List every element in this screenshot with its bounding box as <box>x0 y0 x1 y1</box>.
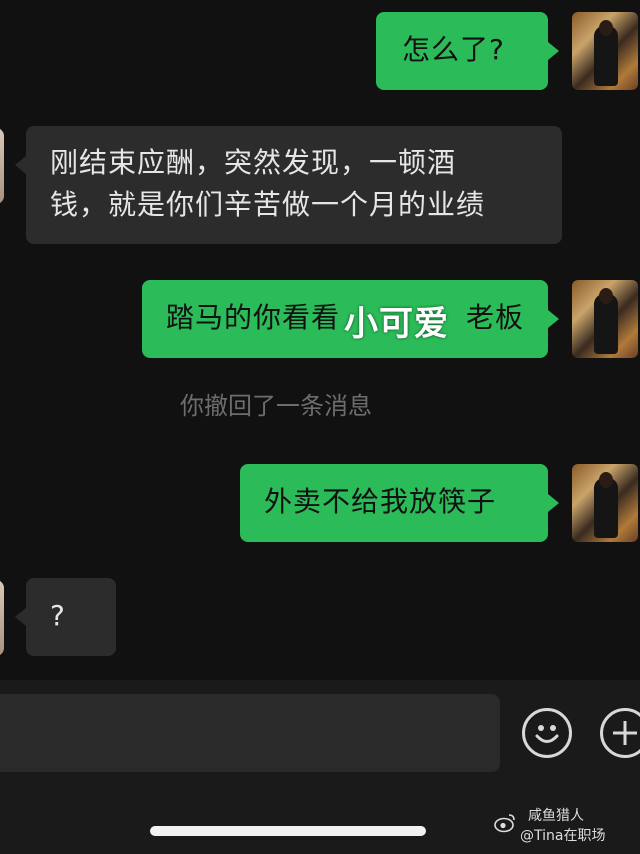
contact-message-bubble[interactable]: 刚结束应酬，突然发现，一顿酒 钱，就是你们辛苦做一个月的业绩 <box>26 126 562 244</box>
watermark-line-2: @Tina在职场 <box>520 828 606 844</box>
bubble-tail <box>548 494 559 512</box>
bubble-tail <box>15 608 26 626</box>
contact-message-bubble[interactable]: ? <box>26 578 116 656</box>
contact-avatar[interactable] <box>0 128 4 204</box>
bubble-tail <box>548 310 559 328</box>
chat-history[interactable]: 怎么了? 刚结束应酬，突然发现，一顿酒 钱，就是你们辛苦做一个月的业绩 踏马的你… <box>0 0 640 680</box>
my-message-bubble[interactable]: 外卖不给我放筷子 <box>240 464 548 542</box>
message-text-tail: 老板 <box>466 301 525 334</box>
bubble-tail <box>15 156 26 174</box>
message-text-line-1: 刚结束应酬，突然发现，一顿酒 <box>50 146 457 179</box>
my-avatar[interactable] <box>572 280 638 358</box>
contact-avatar[interactable] <box>0 580 4 656</box>
bubble-tail <box>548 42 559 60</box>
overlay-caption: 小可爱 <box>344 304 449 344</box>
smiley-face-icon[interactable] <box>522 708 572 758</box>
message-text: 怎么了? <box>402 33 505 66</box>
message-text: 踏马的你看看 <box>166 301 341 334</box>
my-avatar[interactable] <box>572 464 638 542</box>
home-indicator[interactable] <box>150 826 426 836</box>
plus-icon[interactable] <box>600 708 640 758</box>
message-text: ? <box>50 599 66 632</box>
message-text: 外卖不给我放筷子 <box>264 485 497 518</box>
my-message-bubble[interactable]: 怎么了? <box>376 12 548 90</box>
message-text-line-2: 钱，就是你们辛苦做一个月的业绩 <box>50 188 486 221</box>
weibo-logo-icon <box>494 814 515 833</box>
watermark-line-1: 咸鱼猎人 <box>528 808 584 824</box>
recalled-message-notice: 你撤回了一条消息 <box>180 392 372 420</box>
my-avatar[interactable] <box>572 12 638 90</box>
message-input[interactable] <box>0 694 500 772</box>
